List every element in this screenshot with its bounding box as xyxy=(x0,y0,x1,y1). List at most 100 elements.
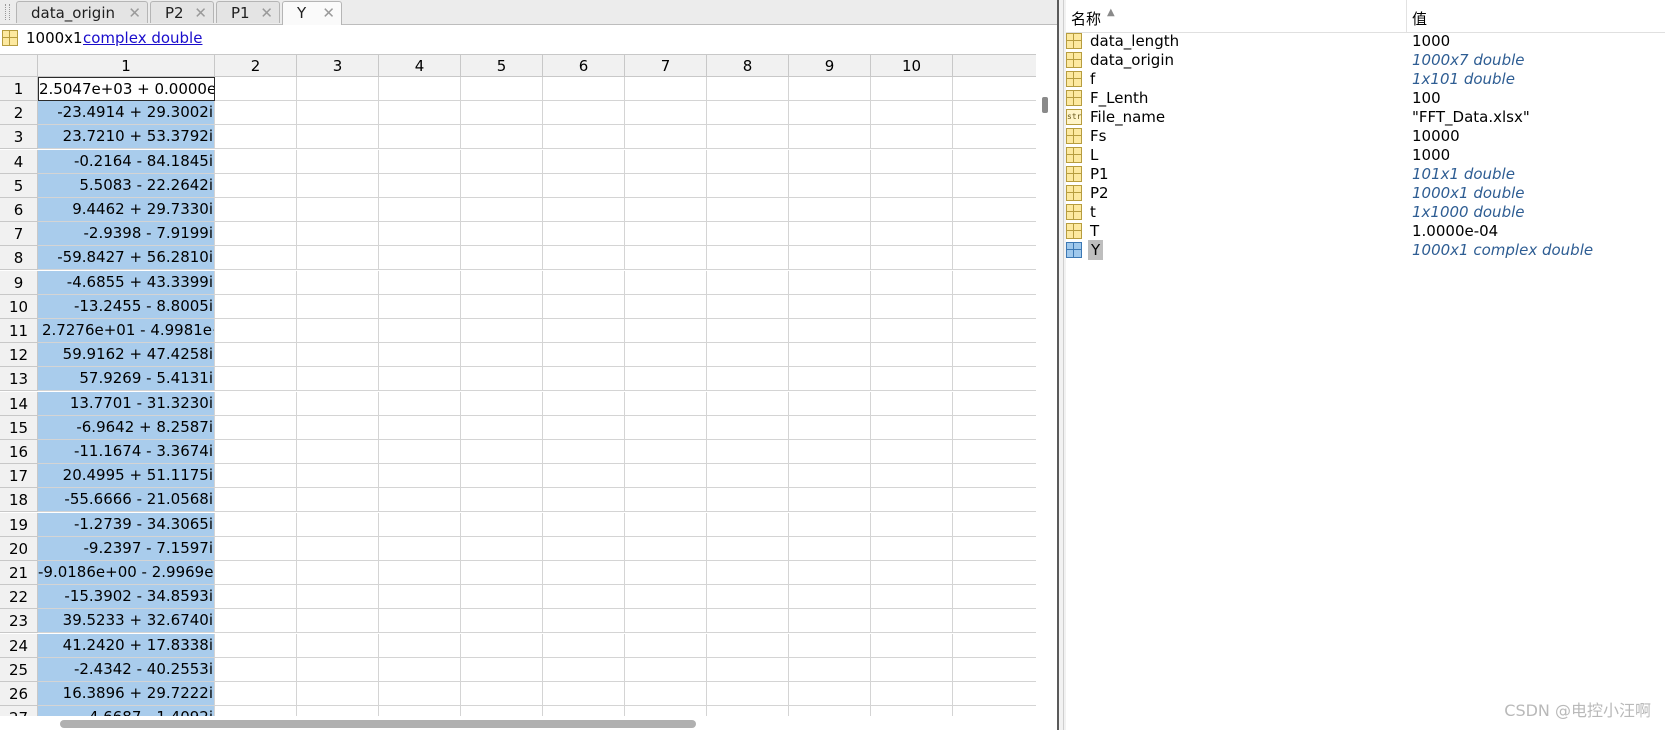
table-cell-empty[interactable] xyxy=(707,343,789,367)
table-cell-empty[interactable] xyxy=(379,174,461,198)
table-cell-empty[interactable] xyxy=(297,222,379,246)
value-column-header[interactable]: 值 xyxy=(1412,8,1427,29)
table-cell-empty[interactable] xyxy=(789,150,871,174)
table-cell-empty[interactable] xyxy=(625,343,707,367)
table-cell-empty[interactable] xyxy=(625,440,707,464)
table-cell-empty[interactable] xyxy=(871,416,953,440)
table-cell-empty[interactable] xyxy=(379,561,461,585)
table-cell-empty[interactable] xyxy=(871,101,953,125)
table-cell-empty[interactable] xyxy=(707,77,789,101)
column-header[interactable]: 2 xyxy=(215,55,297,77)
table-cell-empty[interactable] xyxy=(871,537,953,561)
panel-splitter[interactable] xyxy=(1057,0,1066,730)
table-cell-value[interactable]: -6.9642 + 8.2587i xyxy=(38,416,215,440)
table-cell-empty[interactable] xyxy=(215,706,297,716)
table-cell-empty[interactable] xyxy=(871,295,953,319)
workspace-variable-row[interactable]: P1 101x1 double xyxy=(1066,164,1665,184)
table-cell-empty[interactable] xyxy=(953,319,1036,343)
table-cell-empty[interactable] xyxy=(297,634,379,658)
table-cell-value[interactable]: -4.6687 - 1.4092i xyxy=(38,706,215,716)
table-cell-empty[interactable] xyxy=(707,537,789,561)
table-cell-empty[interactable] xyxy=(789,488,871,512)
table-cell-empty[interactable] xyxy=(871,392,953,416)
table-cell-value[interactable]: 39.5233 + 32.6740i xyxy=(38,609,215,633)
table-cell-empty[interactable] xyxy=(871,271,953,295)
table-cell-empty[interactable] xyxy=(707,198,789,222)
table-cell-empty[interactable] xyxy=(871,464,953,488)
horizontal-scrollbar[interactable] xyxy=(0,716,1036,730)
table-cell-value[interactable]: -4.6855 + 43.3399i xyxy=(38,271,215,295)
table-cell-empty[interactable] xyxy=(871,319,953,343)
row-header[interactable]: 12 xyxy=(0,343,38,367)
table-cell-empty[interactable] xyxy=(625,77,707,101)
table-cell-value[interactable]: -1.2739 - 34.3065i xyxy=(38,513,215,537)
table-cell-empty[interactable] xyxy=(297,585,379,609)
table-cell-value[interactable]: -9.0186e+00 - 2.9969e... xyxy=(38,561,215,585)
row-header[interactable]: 5 xyxy=(0,174,38,198)
table-cell-empty[interactable] xyxy=(953,537,1036,561)
table-cell-empty[interactable] xyxy=(953,658,1036,682)
workspace-variable-row[interactable]: t 1x1000 double xyxy=(1066,202,1665,222)
table-cell-empty[interactable] xyxy=(625,198,707,222)
close-icon[interactable]: ✕ xyxy=(128,2,141,24)
table-cell-empty[interactable] xyxy=(461,319,543,343)
table-cell-empty[interactable] xyxy=(297,174,379,198)
table-cell-empty[interactable] xyxy=(953,246,1036,270)
table-cell-empty[interactable] xyxy=(379,706,461,716)
table-cell-empty[interactable] xyxy=(379,222,461,246)
table-cell-empty[interactable] xyxy=(543,416,625,440)
table-cell-empty[interactable] xyxy=(379,77,461,101)
tab-y[interactable]: Y ✕ xyxy=(282,1,342,25)
table-cell-empty[interactable] xyxy=(789,367,871,391)
table-cell-empty[interactable] xyxy=(625,319,707,343)
tab-p1[interactable]: P1 ✕ xyxy=(216,1,280,23)
table-cell-empty[interactable] xyxy=(461,77,543,101)
table-cell-value[interactable]: 2.5047e+03 + 0.0000e... xyxy=(38,77,215,101)
table-cell-empty[interactable] xyxy=(379,343,461,367)
table-cell-empty[interactable] xyxy=(953,464,1036,488)
table-cell-empty[interactable] xyxy=(543,295,625,319)
row-header[interactable]: 23 xyxy=(0,609,38,633)
table-cell-empty[interactable] xyxy=(871,246,953,270)
table-cell-empty[interactable] xyxy=(543,174,625,198)
table-cell-empty[interactable] xyxy=(297,150,379,174)
table-cell-empty[interactable] xyxy=(297,392,379,416)
table-cell-empty[interactable] xyxy=(707,295,789,319)
table-cell-empty[interactable] xyxy=(461,271,543,295)
table-cell-empty[interactable] xyxy=(871,634,953,658)
table-cell-empty[interactable] xyxy=(215,77,297,101)
table-cell-empty[interactable] xyxy=(789,101,871,125)
table-cell-empty[interactable] xyxy=(379,682,461,706)
table-cell-empty[interactable] xyxy=(625,682,707,706)
row-header[interactable]: 19 xyxy=(0,513,38,537)
table-cell-empty[interactable] xyxy=(215,222,297,246)
table-cell-empty[interactable] xyxy=(297,440,379,464)
table-cell-empty[interactable] xyxy=(461,609,543,633)
table-cell-empty[interactable] xyxy=(543,585,625,609)
table-cell-value[interactable]: -2.4342 - 40.2553i xyxy=(38,658,215,682)
row-header[interactable]: 4 xyxy=(0,150,38,174)
table-cell-empty[interactable] xyxy=(461,416,543,440)
table-cell-empty[interactable] xyxy=(953,295,1036,319)
table-cell-empty[interactable] xyxy=(543,319,625,343)
table-cell-value[interactable]: 13.7701 - 31.3230i xyxy=(38,392,215,416)
table-cell-value[interactable]: -55.6666 - 21.0568i xyxy=(38,488,215,512)
table-cell-empty[interactable] xyxy=(707,150,789,174)
table-cell-empty[interactable] xyxy=(543,101,625,125)
tab-p2[interactable]: P2 ✕ xyxy=(150,1,214,23)
row-header[interactable]: 27 xyxy=(0,706,38,716)
table-cell-empty[interactable] xyxy=(707,513,789,537)
row-header[interactable]: 1 xyxy=(0,77,38,101)
table-cell-empty[interactable] xyxy=(789,537,871,561)
table-cell-empty[interactable] xyxy=(625,464,707,488)
table-cell-empty[interactable] xyxy=(215,464,297,488)
row-header[interactable]: 6 xyxy=(0,198,38,222)
table-cell-empty[interactable] xyxy=(953,125,1036,149)
table-cell-empty[interactable] xyxy=(543,271,625,295)
table-cell-empty[interactable] xyxy=(789,77,871,101)
table-cell-empty[interactable] xyxy=(953,198,1036,222)
table-cell-empty[interactable] xyxy=(215,392,297,416)
table-cell-empty[interactable] xyxy=(953,513,1036,537)
table-cell-value[interactable]: 2.7276e+01 - 4.9981e+... xyxy=(38,319,215,343)
row-header[interactable]: 26 xyxy=(0,682,38,706)
